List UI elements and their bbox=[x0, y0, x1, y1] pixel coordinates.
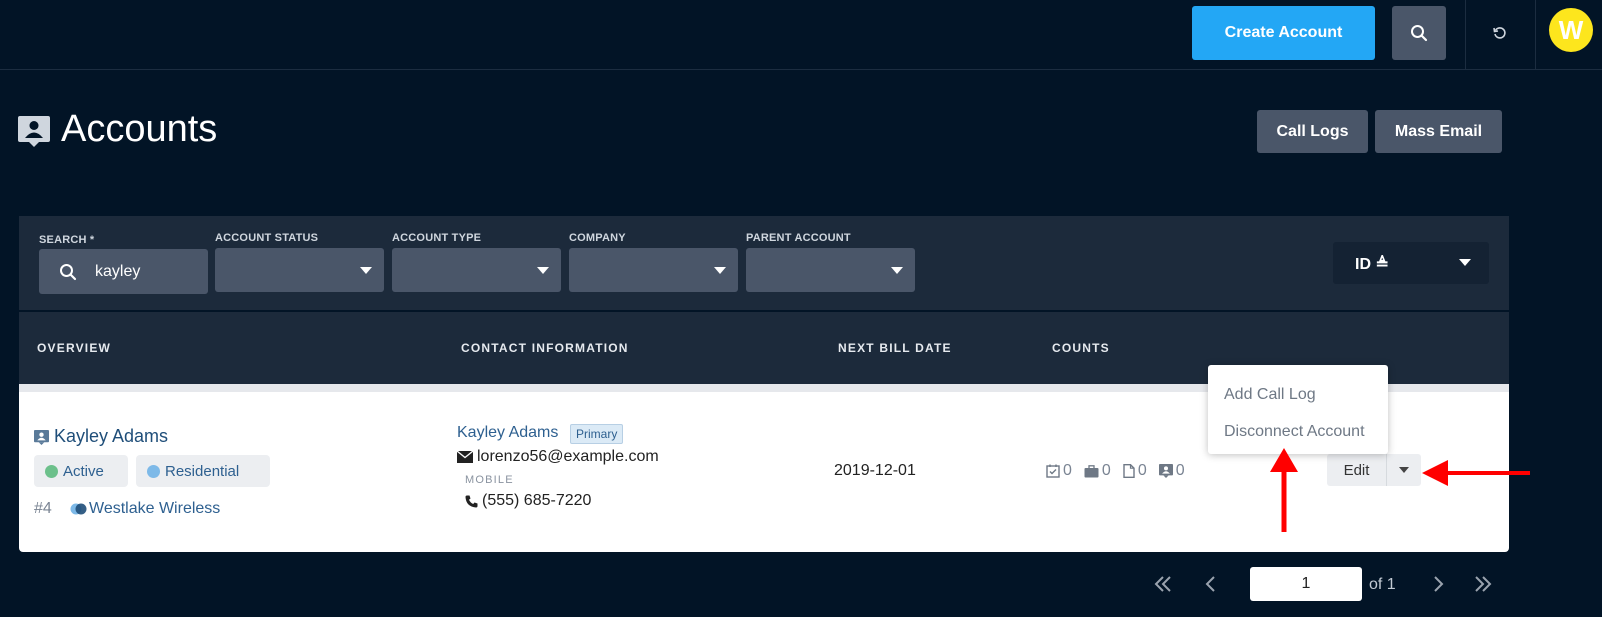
primary-badge: Primary bbox=[570, 424, 624, 444]
double-chevron-right-icon bbox=[1475, 576, 1492, 592]
last-page-button[interactable] bbox=[1469, 570, 1497, 598]
row-actions-menu: Add Call Log Disconnect Account bbox=[1208, 365, 1388, 454]
sort-select[interactable]: ID ≜ bbox=[1333, 242, 1489, 284]
double-chevron-left-icon bbox=[1154, 576, 1171, 592]
account-status-label: ACCOUNT STATUS bbox=[215, 232, 319, 244]
mobile-label: MOBILE bbox=[465, 474, 514, 486]
email-address: lorenzo56@example.com bbox=[477, 448, 659, 465]
status-badge: Active bbox=[34, 455, 128, 487]
account-type-label: ACCOUNT TYPE bbox=[392, 232, 482, 244]
envelope-icon bbox=[457, 451, 473, 463]
call-logs-count: 0 bbox=[1158, 462, 1185, 480]
column-next-bill-date: NEXT BILL DATE bbox=[838, 341, 952, 355]
counts-group: 0 0 0 0 bbox=[1046, 462, 1197, 480]
search-input[interactable] bbox=[95, 261, 195, 283]
chevron-down-icon bbox=[891, 267, 903, 274]
divider bbox=[1465, 0, 1466, 70]
type-label: Residential bbox=[165, 462, 240, 480]
chevron-left-icon bbox=[1205, 576, 1215, 592]
row-actions-toggle[interactable] bbox=[1387, 454, 1421, 486]
chevron-right-icon bbox=[1434, 576, 1444, 592]
chevron-down-icon bbox=[714, 267, 726, 274]
phone-row: (555) 685-7220 bbox=[465, 492, 591, 510]
documents-count: 0 bbox=[1123, 462, 1147, 480]
previous-page-button[interactable] bbox=[1197, 570, 1225, 598]
account-type-select[interactable] bbox=[392, 248, 561, 292]
document-icon bbox=[1123, 464, 1135, 478]
cases-count: 0 bbox=[1084, 462, 1111, 480]
task-icon bbox=[1046, 464, 1060, 478]
account-name-link[interactable]: Kayley Adams bbox=[54, 426, 168, 447]
search-field[interactable] bbox=[39, 249, 208, 294]
sort-label: ID ≜ bbox=[1355, 256, 1389, 273]
account-icon bbox=[34, 430, 49, 445]
status-dot bbox=[45, 464, 58, 478]
annotation-arrow-left bbox=[1422, 460, 1530, 486]
email-row: lorenzo56@example.com bbox=[457, 448, 659, 466]
global-search-button[interactable] bbox=[1392, 6, 1446, 60]
mass-email-button[interactable]: Mass Email bbox=[1375, 110, 1502, 153]
status-label: Active bbox=[63, 462, 104, 480]
parent-account-select[interactable] bbox=[746, 248, 915, 292]
company-icon bbox=[70, 503, 87, 515]
edit-button[interactable]: Edit bbox=[1327, 454, 1387, 486]
account-id: #4 bbox=[34, 500, 52, 517]
menu-item-add-call-log[interactable]: Add Call Log bbox=[1224, 386, 1316, 404]
chevron-down-icon bbox=[537, 267, 549, 274]
page-title: Accounts bbox=[61, 108, 218, 150]
account-icon bbox=[1158, 464, 1173, 478]
phone-number: (555) 685-7220 bbox=[482, 492, 592, 509]
search-label: SEARCH * bbox=[39, 234, 95, 246]
search-icon bbox=[60, 264, 77, 281]
annotation-arrow-up bbox=[1270, 448, 1298, 532]
first-page-button[interactable] bbox=[1149, 570, 1177, 598]
top-bar: Create Account W bbox=[0, 0, 1602, 70]
chevron-down-icon bbox=[1459, 259, 1471, 266]
tasks-count: 0 bbox=[1046, 462, 1072, 480]
search-icon bbox=[1411, 25, 1428, 42]
page-count-label: of 1 bbox=[1369, 576, 1396, 593]
column-counts: COUNTS bbox=[1052, 341, 1110, 355]
type-dot bbox=[147, 464, 160, 478]
type-badge: Residential bbox=[136, 455, 270, 487]
chevron-down-icon bbox=[1399, 467, 1409, 473]
column-contact-information: CONTACT INFORMATION bbox=[461, 341, 629, 355]
refresh-button[interactable] bbox=[1480, 12, 1520, 54]
refresh-icon bbox=[1493, 27, 1506, 39]
call-logs-button[interactable]: Call Logs bbox=[1257, 110, 1368, 153]
column-overview: OVERVIEW bbox=[37, 341, 112, 355]
phone-icon bbox=[465, 495, 478, 507]
next-bill-date: 2019-12-01 bbox=[834, 462, 916, 479]
company-select[interactable] bbox=[569, 248, 738, 292]
account-status-select[interactable] bbox=[215, 248, 384, 292]
chevron-down-icon bbox=[360, 267, 372, 274]
company-label: COMPANY bbox=[569, 232, 626, 244]
parent-account-label: PARENT ACCOUNT bbox=[746, 232, 851, 244]
menu-item-disconnect-account[interactable]: Disconnect Account bbox=[1224, 423, 1365, 441]
briefcase-icon bbox=[1084, 464, 1099, 477]
filter-panel: SEARCH * ACCOUNT STATUS ACCOUNT TYPE COM… bbox=[19, 216, 1509, 310]
page-number-input[interactable] bbox=[1250, 567, 1362, 601]
company-link[interactable]: Westlake Wireless bbox=[70, 500, 220, 518]
create-account-button[interactable]: Create Account bbox=[1192, 6, 1375, 60]
user-avatar[interactable]: W bbox=[1549, 8, 1593, 52]
company-name: Westlake Wireless bbox=[89, 500, 221, 517]
next-page-button[interactable] bbox=[1424, 570, 1452, 598]
account-icon bbox=[18, 116, 50, 147]
divider bbox=[1535, 0, 1536, 70]
contact-name-link[interactable]: Kayley Adams bbox=[457, 424, 558, 442]
